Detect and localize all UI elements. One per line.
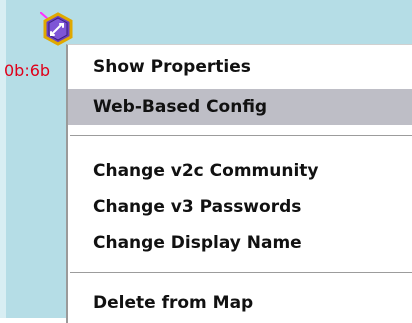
context-menu: Show Properties Web-Based Config Change … xyxy=(66,44,412,323)
device-mac-label[interactable]: 0b:6b xyxy=(4,61,50,80)
network-map-window: 0b:6b Show Properties Web-Based Config C… xyxy=(0,0,412,323)
menu-item-show-properties[interactable]: Show Properties xyxy=(68,49,412,85)
menu-item-change-v2c-community[interactable]: Change v2c Community xyxy=(68,153,412,189)
menu-item-web-based-config[interactable]: Web-Based Config xyxy=(68,89,412,125)
menu-item-delete-from-map[interactable]: Delete from Map xyxy=(68,285,412,321)
switch-device-icon[interactable] xyxy=(39,11,76,48)
menu-item-change-v3-passwords[interactable]: Change v3 Passwords xyxy=(68,189,412,225)
menu-separator xyxy=(70,272,412,274)
menu-separator xyxy=(70,135,412,137)
map-left-edge xyxy=(0,0,6,318)
menu-item-change-display-name[interactable]: Change Display Name xyxy=(68,225,412,261)
